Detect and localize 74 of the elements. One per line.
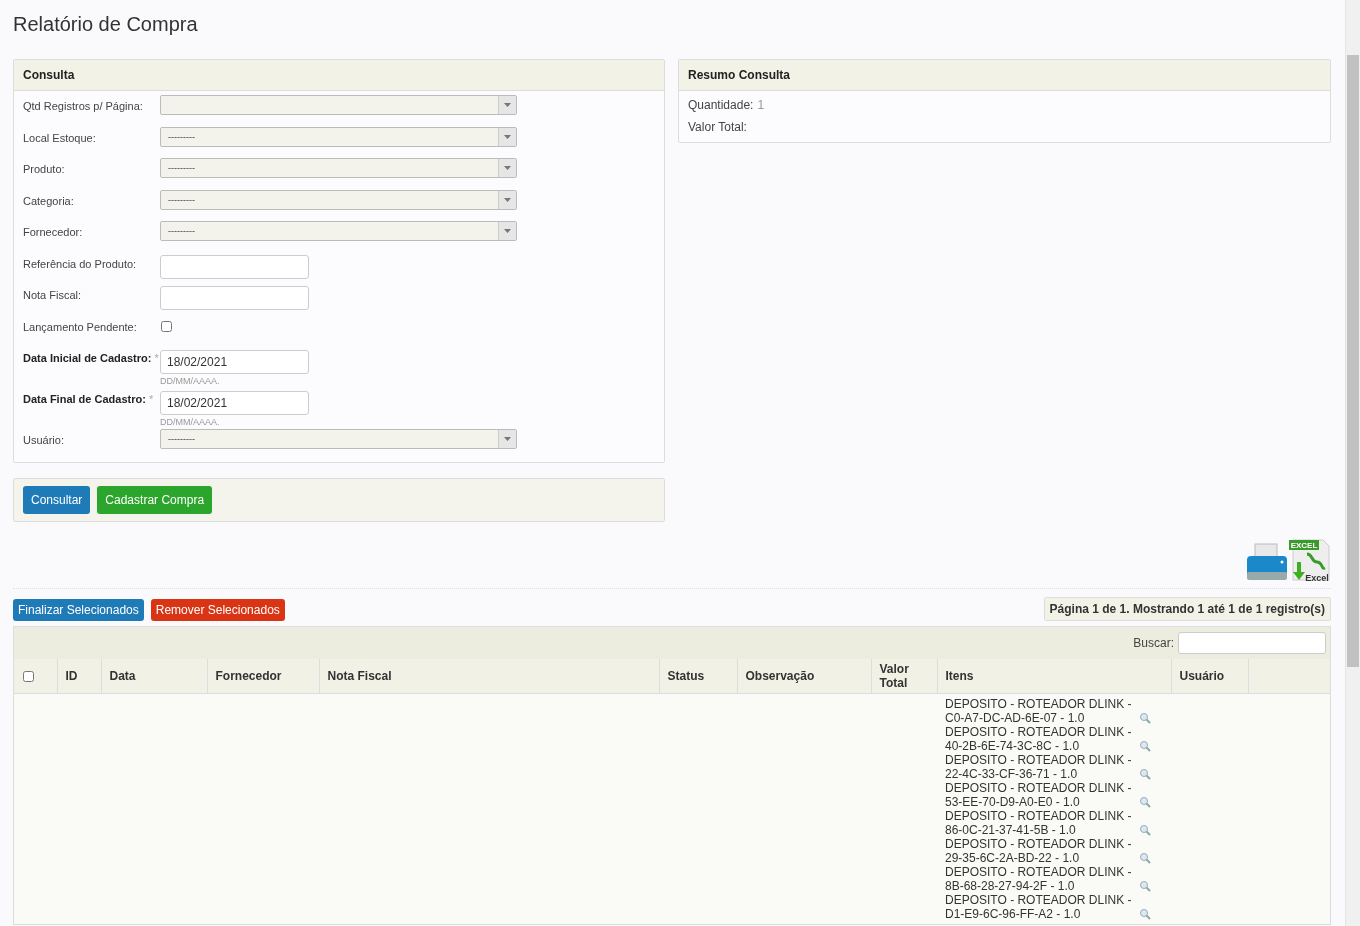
select-all-checkbox[interactable] [23, 671, 34, 682]
search-field[interactable] [1178, 631, 1326, 654]
required-mark: * [154, 352, 159, 364]
item-text: DEPOSITO - ROTEADOR DLINK - 40-2B-6E-74-3C-8C - 1.0 [945, 724, 1133, 753]
dropdown-caret-icon[interactable] [498, 430, 516, 448]
select-field[interactable]: --------- [160, 126, 517, 147]
dropdown-caret-icon[interactable] [498, 190, 516, 209]
remover-button[interactable]: Remover Selecionados [150, 598, 285, 621]
magnifier-icon[interactable] [1139, 711, 1151, 724]
item-text: DEPOSITO - ROTEADOR DLINK - 86-0C-21-37-41-5B - 1.0 [945, 808, 1133, 837]
printer-icon[interactable] [1245, 541, 1289, 582]
column-header[interactable]: Data [101, 658, 207, 693]
field-label: Qtd Registros p/ Página: [23, 100, 143, 112]
consultar-button[interactable]: Consultar [23, 485, 91, 514]
finalizar-button[interactable]: Finalizar Selecionados [13, 598, 144, 621]
column-header[interactable]: Observação [737, 658, 871, 693]
column-header[interactable]: ID [57, 658, 101, 693]
select-field[interactable]: --------- [160, 189, 517, 210]
select-field[interactable]: --------- [160, 158, 517, 178]
dropdown-caret-icon[interactable] [498, 222, 516, 240]
checkbox[interactable] [161, 320, 172, 332]
field-label: Lançamento Pendente: [23, 320, 137, 333]
dropdown-caret-icon[interactable] [498, 96, 516, 114]
field-label: Produto: [23, 163, 65, 175]
date-format-hint: DD/MM/AAAA. [160, 376, 221, 386]
excel-download-icon[interactable]: EXCEL Excel [1289, 537, 1331, 582]
panel-title: Resumo Consulta [679, 60, 1330, 91]
field-label: Fornecedor: [23, 226, 83, 238]
summary-label: Quantidade: [688, 98, 754, 112]
magnifier-icon[interactable] [1139, 907, 1151, 920]
field-label: Data Final de Cadastro: [23, 393, 146, 405]
select-field[interactable]: --------- [160, 429, 517, 449]
summary-label: Valor Total: [688, 120, 747, 134]
magnifier-icon[interactable] [1139, 851, 1151, 864]
page-title: Relatório de Compra [13, 13, 199, 36]
column-header[interactable]: Valor Total [871, 658, 937, 693]
item-text: DEPOSITO - ROTEADOR DLINK - C0-A7-DC-AD-6E-07 - 1.0 [945, 696, 1133, 725]
column-header[interactable]: Status [659, 658, 737, 693]
field-label: Usuário: [23, 434, 64, 446]
field-label: Data Inicial de Cadastro: [23, 352, 152, 364]
item-text: DEPOSITO - ROTEADOR DLINK - 8B-68-28-27-94-2F - 1.0 [945, 864, 1133, 893]
item-text: DEPOSITO - ROTEADOR DLINK - 22-4C-33-CF-36-71 - 1.0 [945, 752, 1133, 781]
magnifier-icon[interactable] [1139, 823, 1151, 836]
magnifier-icon[interactable] [1139, 879, 1151, 892]
field-label: Categoria: [23, 194, 74, 207]
item-text: DEPOSITO - ROTEADOR DLINK - 53-EE-70-D9-A0-E0 - 1.0 [945, 780, 1133, 809]
select-field[interactable]: --------- [160, 221, 517, 241]
field-label: Referência do Produto: [23, 257, 137, 270]
date-field[interactable]: 18/02/2021 [160, 391, 309, 415]
dropdown-caret-icon[interactable] [498, 127, 516, 146]
column-header[interactable]: Itens [937, 658, 1171, 693]
column-header[interactable]: Fornecedor [207, 658, 319, 693]
field-label: Local Estoque: [23, 131, 96, 144]
text-field[interactable] [160, 286, 309, 310]
item-text: DEPOSITO - ROTEADOR DLINK - D1-E9-6C-96-FF-A2 - 1.0 [945, 892, 1133, 921]
magnifier-icon[interactable] [1139, 767, 1151, 780]
dropdown-caret-icon[interactable] [498, 159, 516, 177]
panel-title: Consulta [14, 60, 664, 91]
item-text: DEPOSITO - ROTEADOR DLINK - 29-35-6C-2A-BD-22 - 1.0 [945, 836, 1133, 865]
column-header[interactable]: Usuário [1171, 658, 1248, 693]
summary-value: 1 [757, 98, 765, 112]
date-field[interactable]: 18/02/2021 [160, 350, 309, 374]
column-header[interactable]: Nota Fiscal [319, 658, 659, 693]
scrollbar-thumb[interactable] [1347, 55, 1359, 667]
search-label: Buscar: [1133, 635, 1174, 650]
magnifier-icon[interactable] [1139, 739, 1151, 752]
field-label: Nota Fiscal: [23, 289, 82, 301]
required-mark: * [148, 393, 154, 405]
magnifier-icon[interactable] [1139, 795, 1151, 808]
text-field[interactable] [160, 254, 309, 279]
pagination-info: Página 1 de 1. Mostrando 1 até 1 de 1 registro(s) [1043, 596, 1331, 621]
date-format-hint: DD/MM/AAAA. [160, 417, 221, 427]
scrollbar[interactable] [1345, 0, 1360, 926]
select-field[interactable] [160, 95, 517, 115]
